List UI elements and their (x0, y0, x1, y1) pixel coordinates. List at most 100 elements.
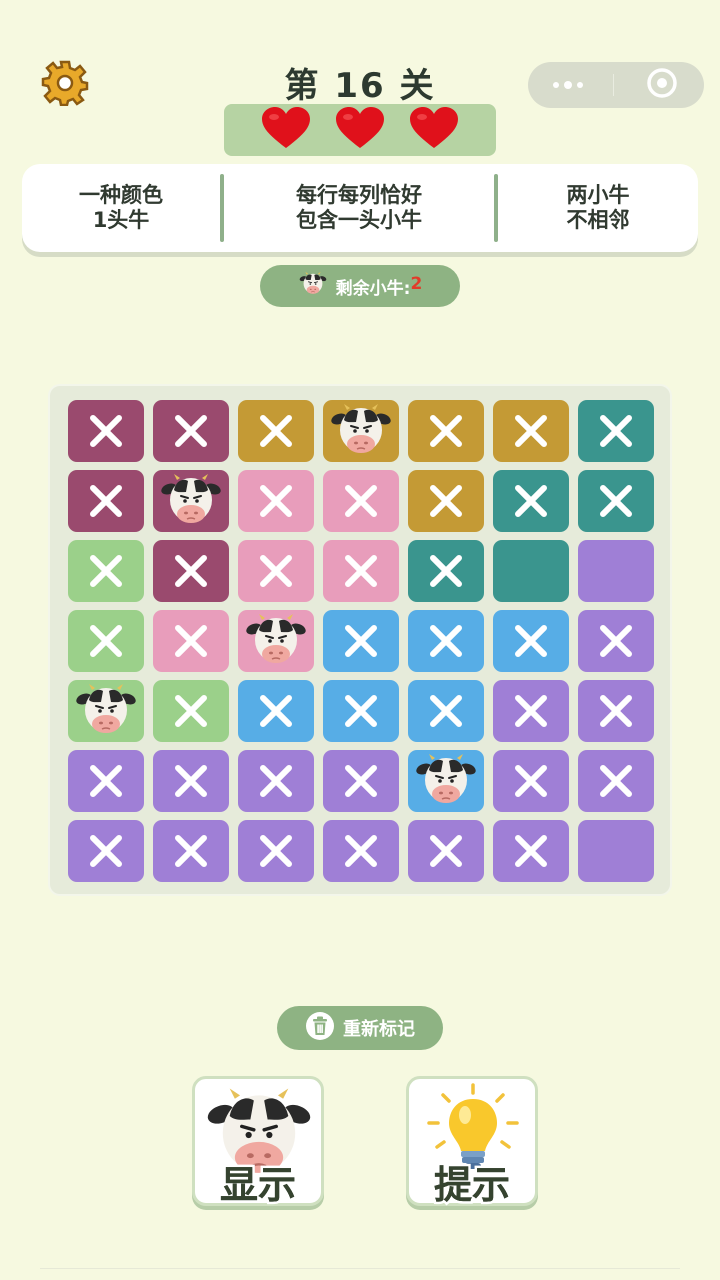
board-cell[interactable] (408, 610, 484, 672)
reset-label: 重新标记 (343, 1019, 415, 1040)
hint-label: 提示 (433, 1163, 510, 1207)
cow-face-icon (161, 474, 221, 523)
board-cell[interactable] (323, 610, 399, 672)
board-cell[interactable] (238, 610, 314, 672)
board-cell[interactable] (408, 400, 484, 462)
cross-mark-icon (345, 555, 377, 587)
rule-adjacent-line1: 两小牛 (566, 183, 630, 207)
cross-mark-icon (430, 415, 462, 447)
cross-mark-icon (515, 835, 547, 867)
cross-mark-icon (515, 485, 547, 517)
board-cell[interactable] (153, 680, 229, 742)
board-cell[interactable] (238, 400, 314, 462)
cross-mark-icon (260, 555, 292, 587)
board-cell[interactable] (153, 820, 229, 882)
board-cell[interactable] (578, 680, 654, 742)
board-cell[interactable] (68, 400, 144, 462)
board-cell[interactable] (408, 750, 484, 812)
heart-icon (260, 106, 312, 154)
board-cell[interactable] (408, 820, 484, 882)
cross-mark-icon (515, 415, 547, 447)
board-cell[interactable] (493, 680, 569, 742)
cross-mark-icon (430, 695, 462, 727)
cross-mark-icon (175, 415, 207, 447)
rule-row-column-line1: 每行每列恰好 (296, 183, 422, 207)
board-cell[interactable] (238, 540, 314, 602)
board-cell[interactable] (68, 750, 144, 812)
board-cell[interactable] (238, 820, 314, 882)
board-cell[interactable] (153, 540, 229, 602)
board-cell[interactable] (493, 820, 569, 882)
board-cell[interactable] (578, 750, 654, 812)
board-cell[interactable] (323, 680, 399, 742)
board-cell[interactable] (493, 750, 569, 812)
level-title: 第 16 关 (284, 66, 436, 106)
remaining-label: 剩余小牛: (335, 278, 411, 299)
lives-bar (224, 104, 496, 156)
board-cell[interactable] (323, 750, 399, 812)
board-grid (68, 400, 654, 882)
board-cell[interactable] (578, 470, 654, 532)
hint-button[interactable]: 提示 提示 (406, 1076, 538, 1210)
board-cell[interactable] (493, 400, 569, 462)
rules-panel: 一种颜色 1头牛 每行每列恰好 包含一头小牛 两小牛 不相邻 (22, 164, 698, 252)
cow-face-icon (416, 754, 476, 803)
board-cell[interactable] (68, 820, 144, 882)
cross-mark-icon (175, 765, 207, 797)
board-cell[interactable] (493, 610, 569, 672)
board-cell[interactable] (578, 820, 654, 882)
board-cell[interactable] (153, 610, 229, 672)
board-cell[interactable] (578, 400, 654, 462)
cross-mark-icon (515, 695, 547, 727)
board-cell[interactable] (408, 540, 484, 602)
cross-mark-icon (345, 695, 377, 727)
cross-mark-icon (175, 625, 207, 657)
board-cell[interactable] (578, 610, 654, 672)
rule-row-column-line2: 包含一头小牛 (296, 208, 422, 232)
rule-row-column: 每行每列恰好 包含一头小牛 (224, 183, 494, 233)
board-cell[interactable] (238, 750, 314, 812)
rule-color-line1: 一种颜色 (79, 183, 163, 207)
cross-mark-icon (90, 765, 122, 797)
rule-adjacent: 两小牛 不相邻 (498, 183, 698, 233)
board-cell[interactable] (153, 470, 229, 532)
cross-mark-icon (345, 485, 377, 517)
board-cell[interactable] (323, 540, 399, 602)
cross-mark-icon (430, 835, 462, 867)
board-cell[interactable] (323, 470, 399, 532)
cross-mark-icon (600, 415, 632, 447)
board-cell[interactable] (153, 750, 229, 812)
cross-mark-icon (260, 415, 292, 447)
heart-icon (408, 106, 460, 154)
cross-mark-icon (345, 625, 377, 657)
rule-color-line2: 1头牛 (92, 208, 150, 232)
board-cell[interactable] (323, 820, 399, 882)
show-button[interactable]: 显示 显示 (192, 1076, 324, 1210)
board-cell[interactable] (68, 610, 144, 672)
board-cell[interactable] (408, 470, 484, 532)
board-cell[interactable] (238, 470, 314, 532)
cross-mark-icon (430, 625, 462, 657)
cross-mark-icon (515, 765, 547, 797)
board-cell[interactable] (68, 470, 144, 532)
board-cell[interactable] (408, 680, 484, 742)
cross-mark-icon (430, 555, 462, 587)
board-cell[interactable] (493, 470, 569, 532)
board-cell[interactable] (238, 680, 314, 742)
board-cell[interactable] (323, 400, 399, 462)
board-cell[interactable] (578, 540, 654, 602)
heart-icon (334, 106, 386, 154)
cross-mark-icon (260, 765, 292, 797)
board-cell[interactable] (68, 540, 144, 602)
board-cell[interactable] (493, 540, 569, 602)
board-cell[interactable] (153, 400, 229, 462)
cross-mark-icon (600, 695, 632, 727)
cross-mark-icon (175, 555, 207, 587)
remaining-cows-badge: 剩余小牛: 2 (260, 265, 460, 307)
reset-marks-button[interactable]: 重新标记 (277, 1006, 443, 1050)
board-cell[interactable] (68, 680, 144, 742)
rule-color: 一种颜色 1头牛 (22, 183, 220, 233)
cow-face-icon (331, 404, 391, 453)
trash-icon (305, 1011, 335, 1046)
cross-mark-icon (600, 625, 632, 657)
